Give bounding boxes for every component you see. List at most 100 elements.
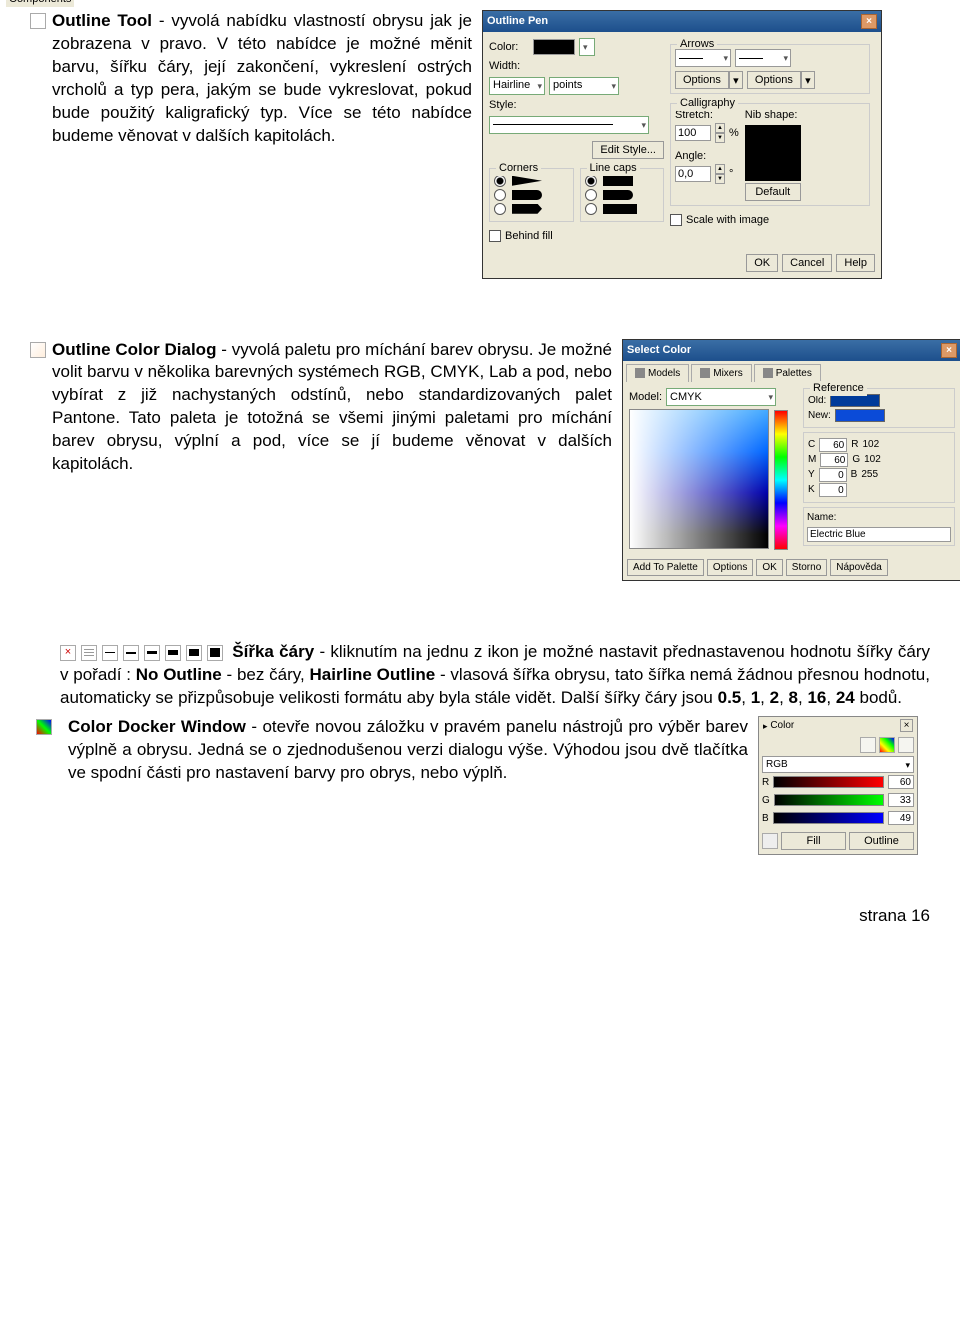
color-picker[interactable]	[629, 409, 769, 549]
colormode-dropdown[interactable]: RGB	[762, 756, 914, 773]
page-number: strana 16	[30, 905, 930, 928]
w8-icon[interactable]	[165, 645, 181, 661]
width-value-dropdown[interactable]: Hairline	[489, 77, 545, 95]
chevron-down-icon[interactable]: ▾	[801, 71, 815, 89]
ok-button[interactable]: OK	[756, 559, 782, 576]
arrow-options-2-button[interactable]: Options	[747, 71, 801, 89]
width-icons-row: ×	[60, 645, 223, 661]
style-dropdown[interactable]	[489, 116, 649, 134]
color-dropdown-icon[interactable]	[579, 38, 595, 56]
hue-slider[interactable]	[774, 410, 788, 550]
outline-color-text: Outline Color Dialog - vyvolá paletu pro…	[52, 339, 622, 477]
b-value[interactable]: 49	[888, 811, 914, 825]
cap-icon-2	[603, 190, 633, 200]
width-unit-dropdown[interactable]: points	[549, 77, 619, 95]
w16-icon[interactable]	[186, 645, 202, 661]
help-button[interactable]: Nápověda	[830, 559, 888, 576]
outline-pen-dialog: Outline Pen × Color: Width: Hairline poi…	[482, 10, 882, 279]
outline-pen-titlebar[interactable]: Outline Pen ×	[483, 11, 881, 32]
corner-radio-2[interactable]	[494, 189, 506, 201]
name-input[interactable]: Electric Blue	[807, 527, 951, 542]
tab-mixers[interactable]: Mixers	[691, 364, 751, 383]
outline-tool-title: Outline Tool	[52, 11, 152, 30]
w2-icon[interactable]	[144, 645, 160, 661]
calligraphy-label: Calligraphy	[677, 96, 738, 111]
arrow-end-dropdown[interactable]	[735, 49, 791, 67]
behind-fill-checkbox[interactable]	[489, 230, 501, 242]
width-label: Width:	[489, 59, 529, 74]
spin-up-icon[interactable]: ▲	[715, 123, 725, 133]
storno-button[interactable]: Storno	[786, 559, 827, 576]
cap-radio-2[interactable]	[585, 189, 597, 201]
stretch-input[interactable]: 100	[675, 125, 711, 141]
spin-down-icon[interactable]: ▼	[715, 174, 725, 184]
sliders-view-icon[interactable]	[860, 737, 876, 753]
spin-down-icon[interactable]: ▼	[715, 133, 725, 143]
wheel-view-icon[interactable]	[879, 737, 895, 753]
options-button[interactable]: Options	[707, 559, 753, 576]
hairline-icon[interactable]	[81, 645, 97, 661]
color-docker-title: Color Docker Window	[68, 717, 246, 736]
cap-radio-3[interactable]	[585, 203, 597, 215]
chevron-down-icon[interactable]: ▾	[729, 71, 743, 89]
scale-image-label: Scale with image	[686, 213, 769, 228]
mixers-icon	[700, 368, 710, 378]
close-icon[interactable]: ×	[900, 719, 913, 732]
lock-icon[interactable]	[762, 833, 778, 849]
r-value[interactable]: 60	[888, 775, 914, 789]
corner-icon-1	[512, 176, 542, 186]
angle-label: Angle:	[675, 149, 739, 164]
deg-label: °	[729, 167, 733, 182]
k-input[interactable]: 0	[819, 483, 847, 497]
color-swatch[interactable]	[533, 39, 575, 55]
docker-titlebar[interactable]: ▸ Color ×	[759, 717, 917, 735]
select-color-titlebar[interactable]: Select Color ×	[623, 340, 960, 361]
add-palette-button[interactable]: Add To Palette	[627, 559, 704, 576]
y-input[interactable]: 0	[819, 468, 847, 482]
close-icon[interactable]: ×	[861, 14, 877, 29]
cap-radio-1[interactable]	[585, 175, 597, 187]
w1-icon[interactable]	[123, 645, 139, 661]
spin-up-icon[interactable]: ▲	[715, 164, 725, 174]
no-outline-icon[interactable]: ×	[60, 645, 76, 661]
close-icon[interactable]: ×	[941, 343, 957, 358]
components-group: Components C60 R 102 M60 G 102 Y0 B 255 …	[803, 432, 955, 503]
docker-title: Color	[770, 719, 794, 733]
corner-icon-2	[512, 190, 542, 200]
arrow-start-dropdown[interactable]	[675, 49, 731, 67]
models-icon	[635, 368, 645, 378]
outline-button[interactable]: Outline	[849, 832, 914, 850]
g-value[interactable]: 33	[888, 793, 914, 807]
scale-image-checkbox[interactable]	[670, 214, 682, 226]
w24-icon[interactable]	[207, 645, 223, 661]
r-slider[interactable]	[773, 776, 884, 788]
corner-radio-3[interactable]	[494, 203, 506, 215]
ok-button[interactable]: OK	[746, 254, 778, 272]
c-input[interactable]: 60	[819, 438, 847, 452]
w05-icon[interactable]	[102, 645, 118, 661]
fill-button[interactable]: Fill	[781, 832, 846, 850]
tab-models[interactable]: Models	[626, 364, 689, 383]
select-color-title: Select Color	[627, 343, 691, 358]
arrow-options-1-button[interactable]: Options	[675, 71, 729, 89]
model-dropdown[interactable]: CMYK	[666, 388, 776, 406]
help-button[interactable]: Help	[836, 254, 875, 272]
tab-palettes[interactable]: Palettes	[754, 364, 821, 383]
angle-input[interactable]: 0,0	[675, 166, 711, 182]
corner-radio-1[interactable]	[494, 175, 506, 187]
default-button[interactable]: Default	[745, 183, 801, 201]
cancel-button[interactable]: Cancel	[782, 254, 832, 272]
name-label: Name:	[807, 512, 836, 523]
b-slider[interactable]	[773, 812, 884, 824]
color-docker-panel: ▸ Color × RGB R60 G33 B49 Fill Outline	[758, 716, 918, 856]
edit-style-button[interactable]: Edit Style...	[592, 141, 664, 159]
palette-view-icon[interactable]	[898, 737, 914, 753]
nib-preview	[745, 125, 801, 181]
g-slider[interactable]	[774, 794, 884, 806]
old-swatch	[830, 394, 880, 407]
m-input[interactable]: 60	[820, 453, 848, 467]
outline-color-title: Outline Color Dialog	[52, 340, 216, 359]
model-label: Model:	[629, 390, 662, 405]
cap-icon-1	[603, 176, 633, 186]
nib-label: Nib shape:	[745, 108, 801, 123]
